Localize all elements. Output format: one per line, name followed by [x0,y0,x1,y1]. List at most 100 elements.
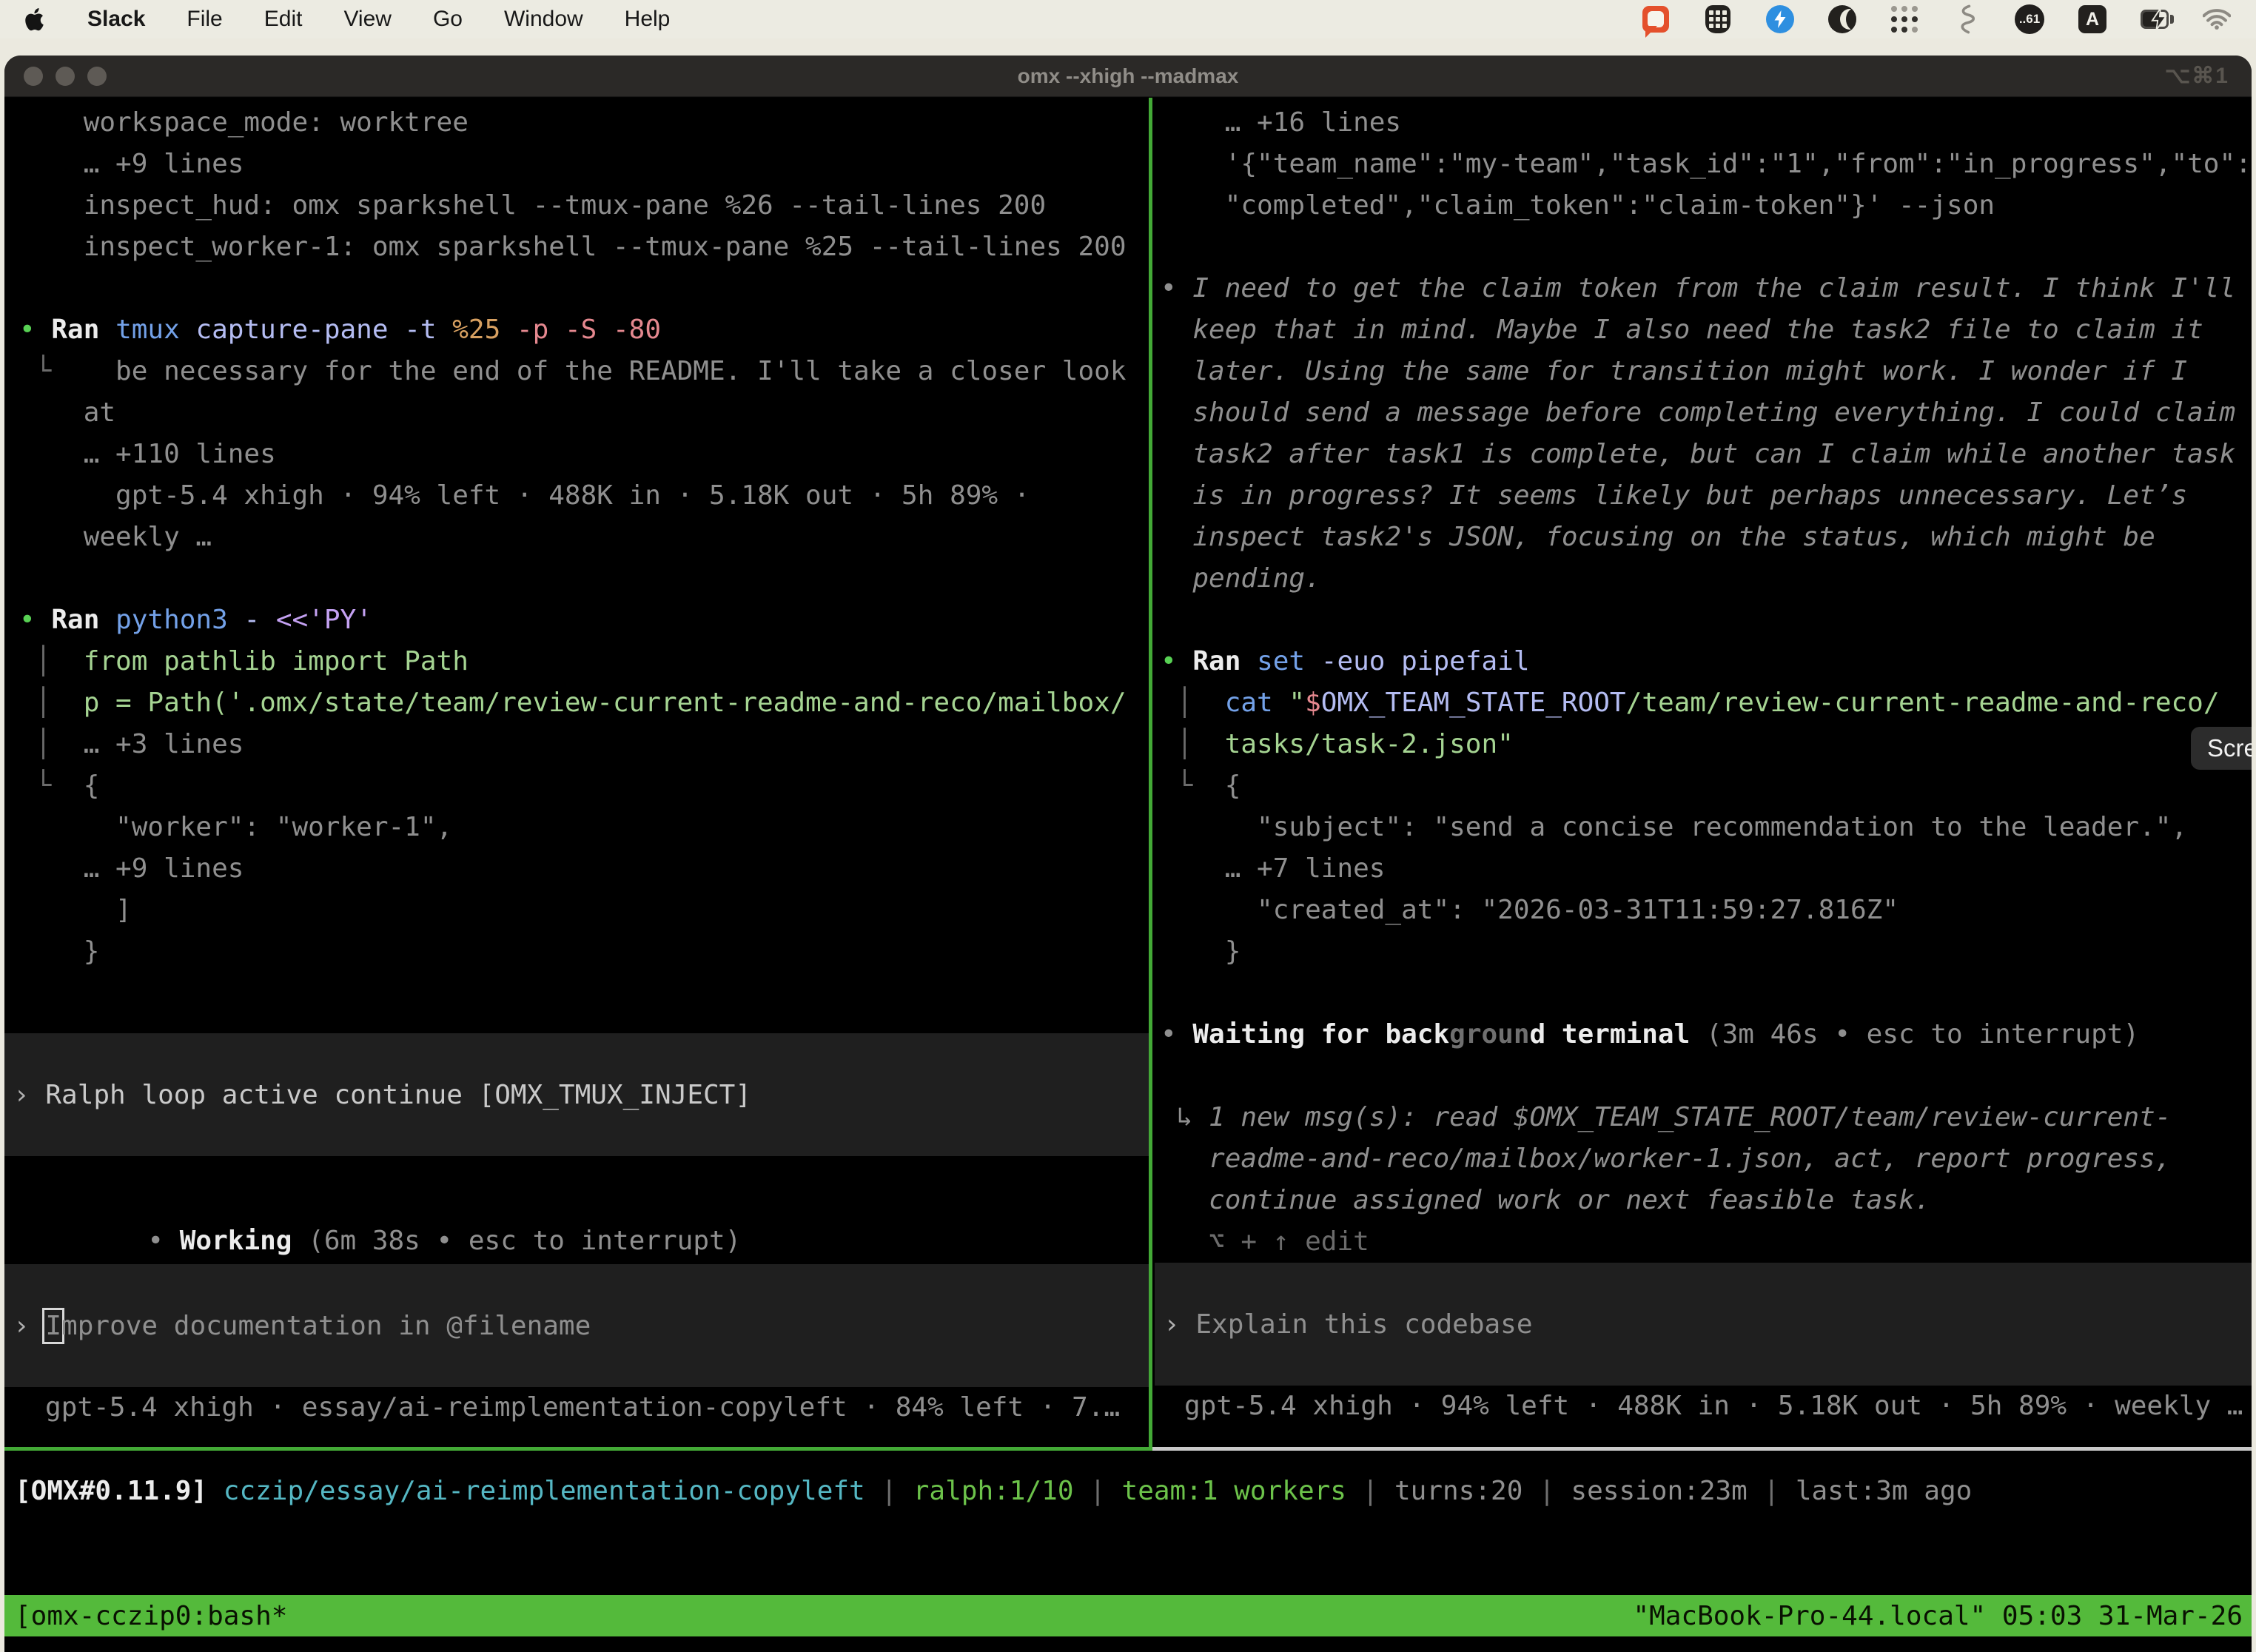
terminal-token: "subject": "send a concise recommendatio… [1161,812,2187,842]
terminal-line: ⌥ + ↑ edit [1161,1221,2252,1263]
terminal-token: "created_at": "2026-03-31T11:59:27.816Z" [1161,895,1899,925]
terminal-token: is in progress? It seems likely but perh… [1161,480,2187,511]
window-title-bar[interactable]: omx --xhigh --madmax ⌥⌘1 [4,56,2252,97]
terminal-token: } [1161,936,1241,967]
tmux-pane-left[interactable]: workspace_mode: worktree … +9 lines insp… [4,102,1149,1428]
input-source-label: A [2086,9,2099,30]
ralph-loop-banner: › Ralph loop active continue [OMX_TMUX_I… [4,1033,1149,1156]
input-placeholder: Explain this codebase [1195,1309,1532,1340]
terminal-token: " [1289,688,1305,718]
terminal-line: • Waiting for background terminal (3m 46… [1161,1014,2252,1055]
right-prompt-input[interactable]: › Explain this codebase [1155,1263,2252,1386]
terminal-token: └ [19,770,84,801]
apple-menu-icon[interactable] [25,4,50,34]
terminal-token: 1 new msg(s): read $OMX_TEAM_STATE_ROOT/… [1209,1102,2171,1132]
blue-bolt-badge-icon[interactable] [1766,5,1794,33]
terminal-line: should send a message before completing … [1161,392,2252,434]
left-pane-log: workspace_mode: worktree … +9 lines insp… [19,102,1149,973]
squiggle-icon[interactable] [1953,5,1981,33]
wifi-icon[interactable] [2203,5,2231,33]
terminal-token: task2 after task1 is complete, but can I… [1161,439,2235,469]
terminal-line: └ be necessary for the end of the README… [19,351,1149,392]
terminal-line: workspace_mode: worktree [19,102,1149,144]
terminal-line: └ { [19,765,1149,807]
menu-window[interactable]: Window [504,7,583,32]
terminal-token: └ [19,356,115,386]
terminal-line: • I need to get the claim token from the… [1161,268,2252,309]
terminal-line: ↳ 1 new msg(s): read $OMX_TEAM_STATE_ROO… [1161,1097,2252,1138]
terminal-token: inspect_worker-1: omx sparkshell --tmux-… [19,232,1127,262]
terminal-token: ⌥ + ↑ edit [1161,1226,1369,1257]
terminal-token: <<'PY' [276,605,372,635]
terminal-token: … +110 lines [19,439,276,469]
terminal-line: └ { [1161,765,2252,807]
terminal-line: │ … +3 lines [19,724,1149,765]
terminal-line: • Ran tmux capture-pane -t %25 -p -S -80 [19,309,1149,351]
tmux-session-label: [omx-cczip0:bash* [15,1601,287,1631]
dots-grid-icon[interactable] [1890,5,1918,33]
battery-icon[interactable] [2141,5,2169,33]
input-source-icon[interactable]: A [2078,5,2106,33]
terminal-line [1161,973,2252,1014]
crescent-app-icon[interactable] [1828,5,1856,33]
left-prompt-input[interactable]: › Improve documentation in @filename [4,1264,1149,1387]
terminal-token: /team/review-current-readme-and-reco/ [1626,688,2220,718]
terminal-token: … +9 lines [19,853,244,884]
terminal-token: ralph:1/10 [913,1476,1074,1506]
menu-file[interactable]: File [187,7,222,32]
terminal-token: weekly … [19,522,212,552]
terminal-token: cczip/essay/ai-reimplementation-copyleft [224,1476,865,1506]
menu-bar-status-icons: ..61 A [1642,4,2231,34]
terminal-line: inspect_hud: omx sparkshell --tmux-pane … [19,185,1149,226]
terminal-token: • [19,605,51,635]
terminal-token: d terminal [1530,1019,1706,1050]
input-placeholder: mprove documentation in @filename [61,1311,591,1341]
omx-hud-status-line: [OMX#0.11.9] cczip/essay/ai-reimplementa… [4,1471,2252,1512]
terminal-line: • Ran python3 - <<'PY' [19,600,1149,641]
terminal-token: └ [1161,770,1225,801]
terminal-content[interactable]: workspace_mode: worktree … +9 lines insp… [4,98,2252,1652]
right-model-status: gpt-5.4 xhigh · 94% left · 488K in · 5.1… [1161,1386,2252,1427]
menu-edit[interactable]: Edit [264,7,303,32]
desktop: { "menu_bar": { "items": ["Slack", "File… [0,0,2256,1652]
terminal-line [19,558,1149,600]
right-pane-log: … +16 lines '{"team_name":"my-team","tas… [1161,102,2252,1263]
working-bullet: • [147,1226,179,1256]
terminal-line: continue assigned work or next feasible … [1161,1180,2252,1221]
pane-divider[interactable] [1149,98,1152,1447]
menu-help[interactable]: Help [625,7,671,32]
terminal-token: last:3m ago [1796,1476,1972,1506]
terminal-token: later. Using the same for transition mig… [1161,356,2187,386]
terminal-line: … +9 lines [19,848,1149,890]
battery-percent-badge[interactable]: ..61 [2015,4,2044,34]
terminal-token: "worker": "worker-1", [19,812,452,842]
terminal-line: [OMX#0.11.9] cczip/essay/ai-reimplementa… [15,1471,2252,1512]
terminal-token: inspect task2's JSON, focusing on the st… [1161,522,2155,552]
terminal-token: { [1225,770,1241,801]
terminal-token: | [1523,1476,1571,1506]
terminal-line: … +16 lines [1161,102,2252,144]
terminal-token: { [84,770,100,801]
working-status-row: • Working (6m 38s • esc to interrupt) [19,1179,1149,1220]
left-model-status: gpt-5.4 xhigh · essay/ai-reimplementatio… [19,1387,1149,1428]
terminal-line: later. Using the same for transition mig… [1161,351,2252,392]
menu-go[interactable]: Go [433,7,463,32]
terminal-token: '{"team_name":"my-team","task_id":"1","f… [1161,149,2252,179]
tmux-pane-right[interactable]: … +16 lines '{"team_name":"my-team","tas… [1155,102,2252,1427]
terminal-token: p = Path('.omx/state/team/review-current… [84,688,1127,718]
terminal-line: "created_at": "2026-03-31T11:59:27.816Z" [1161,890,2252,931]
terminal-line: at [19,392,1149,434]
terminal-line: "worker": "worker-1", [19,807,1149,848]
screen-record-indicator-icon[interactable] [1642,5,1670,33]
menu-app-name[interactable]: Slack [87,7,145,32]
grid-shield-icon[interactable] [1704,5,1732,33]
terminal-token: "completed","claim_token":"claim-token"}… [1161,190,1995,221]
terminal-token: -t [404,315,452,345]
terminal-line: │ cat "$OMX_TEAM_STATE_ROOT/team/review-… [1161,682,2252,724]
terminal-token: • [1161,646,1192,676]
terminal-line: "completed","claim_token":"claim-token"}… [1161,185,2252,226]
terminal-token: │ [19,729,84,759]
terminal-token: • [19,315,51,345]
menu-view[interactable]: View [343,7,391,32]
terminal-token: | [1346,1476,1394,1506]
